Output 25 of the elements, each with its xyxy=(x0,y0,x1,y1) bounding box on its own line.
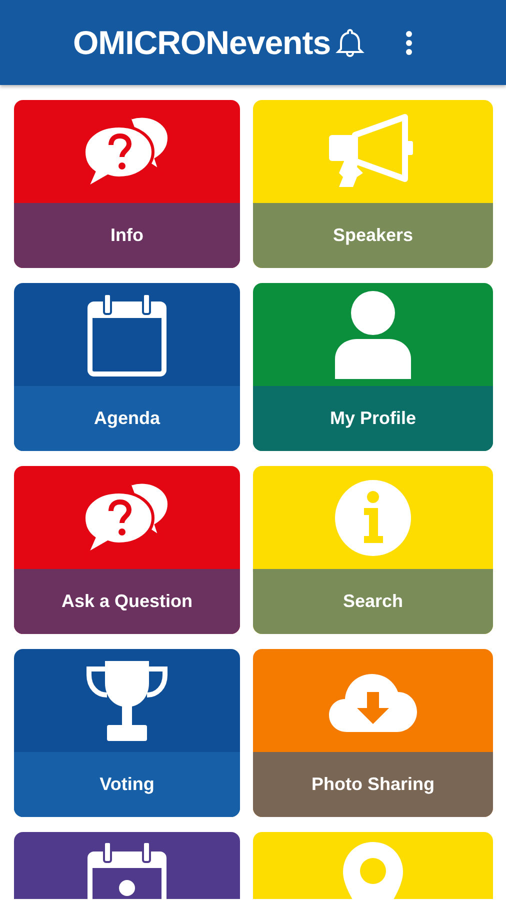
calendar-icon xyxy=(86,840,168,899)
menu-tile[interactable]: Agenda xyxy=(14,283,240,451)
tile-label: Search xyxy=(253,569,493,634)
tile-label: My Profile xyxy=(253,386,493,451)
tile-label: Speakers xyxy=(253,203,493,268)
person-icon xyxy=(333,288,413,380)
app-title: OMICRONevents xyxy=(73,26,331,59)
tile-label: Agenda xyxy=(14,386,240,451)
menu-tile[interactable]: My Profile xyxy=(253,283,493,451)
menu-tile[interactable]: Photo Sharing xyxy=(253,649,493,817)
tile-label: Ask a Question xyxy=(14,569,240,634)
more-menu-icon[interactable] xyxy=(404,30,413,56)
menu-tile[interactable]: Info xyxy=(14,100,240,268)
info-icon xyxy=(333,478,413,558)
bell-icon[interactable] xyxy=(334,26,365,58)
menu-tile[interactable]: Ask a Question xyxy=(14,466,240,634)
menu-tile[interactable]: Speakers xyxy=(253,100,493,268)
menu-tile[interactable] xyxy=(253,832,493,899)
tile-label: Info xyxy=(14,203,240,268)
menu-tile[interactable]: Voting xyxy=(14,649,240,817)
menu-tile[interactable] xyxy=(14,832,240,899)
menu-tile[interactable]: Search xyxy=(253,466,493,634)
map-pin-icon xyxy=(341,840,405,899)
tile-label: Voting xyxy=(14,752,240,817)
tile-label: Photo Sharing xyxy=(253,752,493,817)
